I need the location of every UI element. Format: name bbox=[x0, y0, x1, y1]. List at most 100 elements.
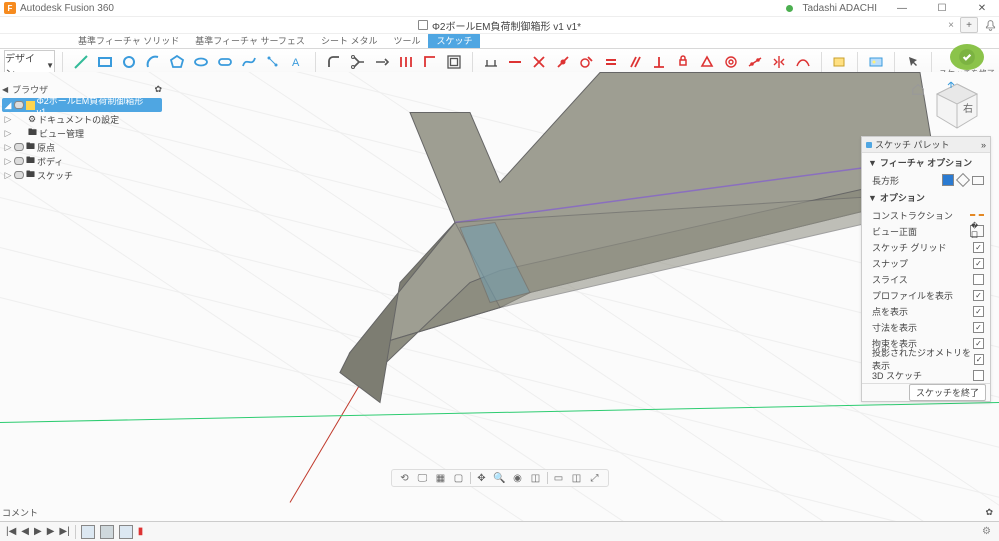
timeline-settings-icon[interactable]: ⚙ bbox=[982, 526, 991, 537]
visibility-icon[interactable] bbox=[14, 171, 24, 179]
checkbox[interactable] bbox=[973, 290, 984, 301]
tree-root[interactable]: ◢ Φ2ボールEM負荷制御箱形 v1… bbox=[2, 98, 162, 112]
trim-tool[interactable] bbox=[347, 51, 369, 73]
insert-tool[interactable] bbox=[865, 51, 887, 73]
polygon-tool[interactable] bbox=[166, 51, 188, 73]
ribbon-tab-surface[interactable]: 基準フィーチャ サーフェス bbox=[187, 33, 313, 48]
tree-item[interactable]: ▷🖿原点 bbox=[2, 140, 162, 154]
vertical-constraint[interactable] bbox=[528, 51, 550, 73]
palette-row[interactable]: 点を表示 bbox=[862, 303, 990, 319]
timeline-marker[interactable]: ▮ bbox=[138, 526, 144, 537]
pan-icon[interactable]: ✥ bbox=[475, 471, 489, 485]
document-tab[interactable]: Φ2ボールEM負荷制御箱形 v1 v1* bbox=[418, 18, 581, 33]
collinear-constraint[interactable] bbox=[744, 51, 766, 73]
offset-tool[interactable] bbox=[443, 51, 465, 73]
checkbox[interactable] bbox=[973, 322, 984, 333]
visibility-icon[interactable] bbox=[14, 157, 24, 165]
fix-constraint[interactable] bbox=[672, 51, 694, 73]
timeline-feature-2[interactable] bbox=[100, 525, 114, 539]
timeline-end-button[interactable]: ▶| bbox=[59, 526, 69, 537]
palette-collapse-icon[interactable]: » bbox=[981, 140, 986, 150]
palette-row[interactable]: コンストラクション bbox=[862, 207, 990, 223]
orbit-icon[interactable]: ⟲ bbox=[398, 471, 412, 485]
tab-close-button[interactable]: × bbox=[948, 20, 954, 31]
grid-settings-icon[interactable]: ▦ bbox=[434, 471, 448, 485]
midpoint-constraint[interactable] bbox=[696, 51, 718, 73]
layout-2-icon[interactable]: ◫ bbox=[570, 471, 584, 485]
timeline-play-button[interactable]: ▶ bbox=[34, 526, 42, 537]
layout-1-icon[interactable]: ▭ bbox=[552, 471, 566, 485]
user-name[interactable]: Tadashi ADACHI bbox=[803, 3, 877, 14]
text-tool[interactable]: A bbox=[286, 51, 308, 73]
rectangle-tool[interactable] bbox=[94, 51, 116, 73]
checkbox[interactable] bbox=[973, 338, 984, 349]
palette-finish-button[interactable]: スケッチを終了 bbox=[909, 384, 986, 401]
visibility-icon[interactable] bbox=[14, 143, 24, 151]
window-maximize-button[interactable]: ☐ bbox=[927, 0, 957, 17]
timeline-next-button[interactable]: ▶ bbox=[47, 526, 55, 537]
palette-row[interactable]: スケッチ グリッド bbox=[862, 239, 990, 255]
fillet-tool[interactable] bbox=[323, 51, 345, 73]
display-settings-icon[interactable]: 🖵 bbox=[416, 471, 430, 485]
break-tool[interactable] bbox=[395, 51, 417, 73]
arc-tool[interactable] bbox=[142, 51, 164, 73]
checkbox[interactable] bbox=[973, 370, 984, 381]
palette-row[interactable]: 投影されたジオメトリを表示 bbox=[862, 351, 990, 367]
comment-settings-icon[interactable]: ✿ bbox=[985, 507, 993, 518]
line-tool[interactable] bbox=[70, 51, 92, 73]
horizontal-constraint[interactable] bbox=[504, 51, 526, 73]
window-close-button[interactable]: ✕ bbox=[967, 0, 997, 17]
slot-tool[interactable] bbox=[214, 51, 236, 73]
timeline-feature-3[interactable] bbox=[119, 525, 133, 539]
look-at-icon[interactable]: ◫ bbox=[529, 471, 543, 485]
look-at-button[interactable]: �囗 bbox=[970, 225, 984, 237]
dimension-tool[interactable] bbox=[480, 51, 502, 73]
circle-tool[interactable] bbox=[118, 51, 140, 73]
tree-item[interactable]: ▷🖿スケッチ bbox=[2, 168, 162, 182]
point-tool[interactable] bbox=[262, 51, 284, 73]
checkbox[interactable] bbox=[973, 242, 984, 253]
notifications-icon[interactable] bbox=[984, 19, 997, 32]
ribbon-tab-sheetmetal[interactable]: シート メタル bbox=[313, 33, 386, 48]
tangent-constraint[interactable] bbox=[576, 51, 598, 73]
palette-row[interactable]: 寸法を表示 bbox=[862, 319, 990, 335]
timeline-start-button[interactable]: |◀ bbox=[6, 526, 16, 537]
ribbon-tab-sketch[interactable]: スケッチ bbox=[428, 33, 480, 48]
ellipse-tool[interactable] bbox=[190, 51, 212, 73]
parallel-constraint[interactable] bbox=[624, 51, 646, 73]
palette-row[interactable]: ビュー正面�囗 bbox=[862, 223, 990, 239]
symmetry-constraint[interactable] bbox=[768, 51, 790, 73]
select-tool[interactable] bbox=[902, 51, 924, 73]
construction-toggle[interactable] bbox=[970, 214, 984, 216]
curvature-constraint[interactable] bbox=[792, 51, 814, 73]
timeline-feature-1[interactable] bbox=[81, 525, 95, 539]
checkbox[interactable] bbox=[974, 354, 984, 365]
equal-constraint[interactable] bbox=[600, 51, 622, 73]
tree-item[interactable]: ▷🖿ボディ bbox=[2, 154, 162, 168]
finish-sketch-button[interactable] bbox=[950, 44, 984, 70]
palette-row[interactable]: スライス bbox=[862, 271, 990, 287]
tree-item[interactable]: ▷🖿ビュー管理 bbox=[2, 126, 162, 140]
ribbon-tab-solid[interactable]: 基準フィーチャ ソリッド bbox=[70, 33, 187, 48]
visibility-icon[interactable] bbox=[14, 101, 24, 109]
zoom-icon[interactable]: 🔍 bbox=[493, 471, 507, 485]
timeline-prev-button[interactable]: ◀ bbox=[21, 526, 29, 537]
orbit-tool-icon[interactable]: ◉ bbox=[511, 471, 525, 485]
palette-row[interactable]: スナップ bbox=[862, 255, 990, 271]
new-tab-button[interactable]: + bbox=[960, 17, 978, 33]
expand-icon[interactable]: ⤢ bbox=[588, 471, 602, 485]
rect-mode-3[interactable] bbox=[972, 176, 984, 185]
inspect-tool[interactable] bbox=[828, 51, 850, 73]
coincident-constraint[interactable] bbox=[552, 51, 574, 73]
checkbox[interactable] bbox=[973, 274, 984, 285]
concentric-constraint[interactable] bbox=[720, 51, 742, 73]
spline-tool[interactable] bbox=[238, 51, 260, 73]
extend-tool[interactable] bbox=[371, 51, 393, 73]
ribbon-tab-tools[interactable]: ツール bbox=[385, 33, 428, 48]
home-view-icon[interactable] bbox=[911, 82, 925, 96]
palette-row[interactable]: プロファイルを表示 bbox=[862, 287, 990, 303]
rect-mode-2[interactable] bbox=[956, 173, 970, 187]
view-cube[interactable]: 右 bbox=[931, 80, 983, 132]
rect-mode-1[interactable] bbox=[942, 174, 954, 186]
sketch-scale-tool[interactable] bbox=[419, 51, 441, 73]
